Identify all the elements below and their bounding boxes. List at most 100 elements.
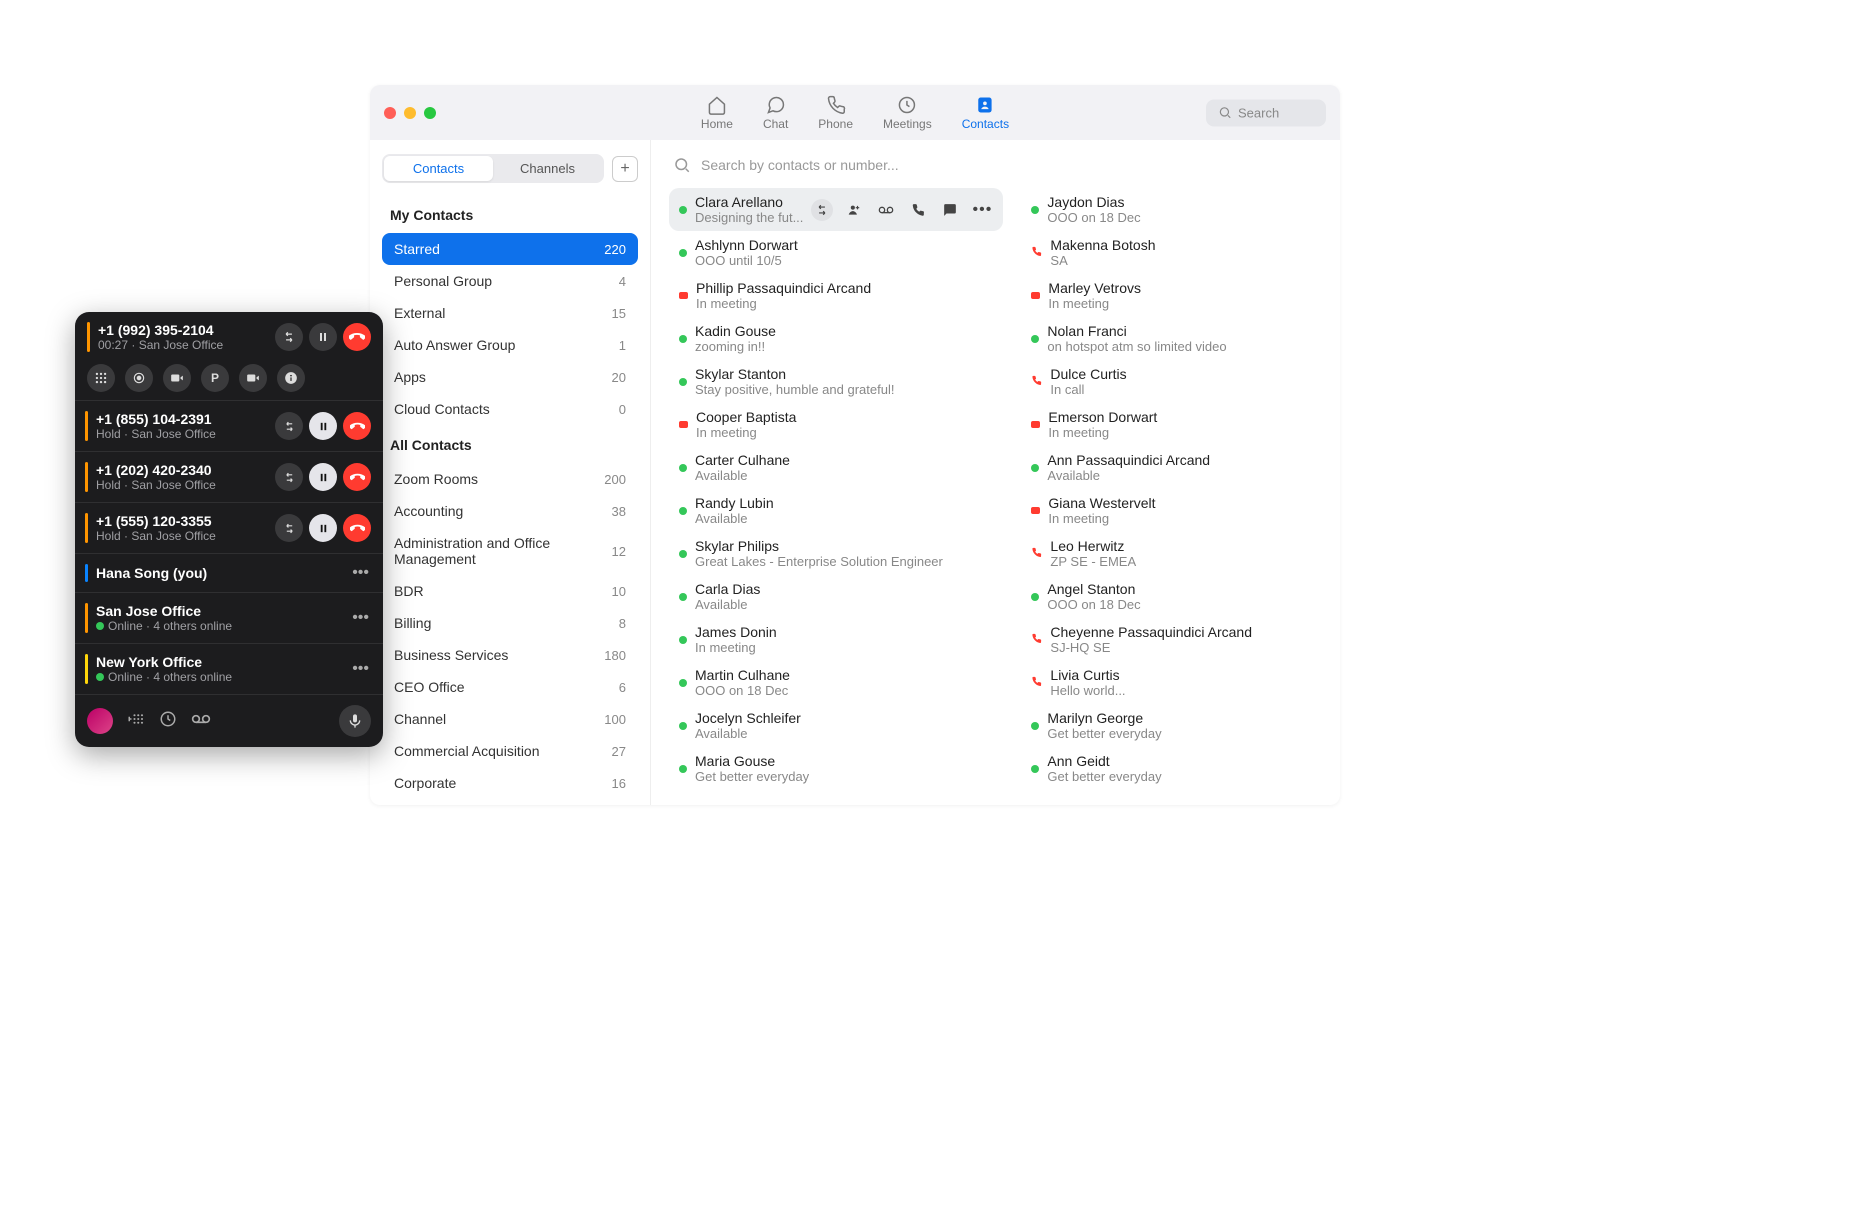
nav-home[interactable]: Home	[701, 95, 733, 131]
resume-button[interactable]	[309, 463, 337, 491]
keypad-button[interactable]	[87, 364, 115, 392]
contact-row[interactable]: Emerson DorwartIn meeting	[1021, 403, 1322, 446]
contact-row[interactable]: Marley VetrovsIn meeting	[1021, 274, 1322, 317]
transfer-button[interactable]	[811, 199, 833, 221]
call-button[interactable]	[907, 199, 929, 221]
held-call-row[interactable]: +1 (555) 120-3355Hold · San Jose Office	[75, 503, 383, 554]
contact-row[interactable]: James DoninIn meeting	[669, 618, 1003, 661]
contact-row[interactable]: Skylar PhilipsGreat Lakes - Enterprise S…	[669, 532, 1003, 575]
meet-button[interactable]	[239, 364, 267, 392]
contact-name: Randy Lubin	[695, 495, 993, 511]
transfer-button[interactable]	[275, 463, 303, 491]
sidebar-group-item[interactable]: CEO Office6	[382, 671, 638, 703]
chat-button[interactable]	[939, 199, 961, 221]
transfer-button[interactable]	[275, 514, 303, 542]
more-button[interactable]: •••	[352, 564, 383, 582]
contact-row[interactable]: Maria GouseGet better everyday	[669, 747, 1003, 790]
more-button[interactable]: •••	[352, 609, 383, 627]
accent-bar	[85, 411, 88, 441]
seg-channels[interactable]: Channels	[493, 156, 602, 181]
contact-row[interactable]: Kadin Gousezooming in!!	[669, 317, 1003, 360]
sidebar-group-item[interactable]: Administration and Office Management12	[382, 527, 638, 575]
self-avatar[interactable]	[87, 708, 113, 734]
contact-row[interactable]: Giana WesterveltIn meeting	[1021, 489, 1322, 532]
add-keypad-button[interactable]	[127, 710, 145, 733]
contact-row[interactable]: Jocelyn SchleiferAvailable	[669, 704, 1003, 747]
pause-button[interactable]	[309, 323, 337, 351]
office-row[interactable]: New York OfficeOnline · 4 others online•…	[75, 644, 383, 695]
office-row[interactable]: San Jose OfficeOnline · 4 others online•…	[75, 593, 383, 644]
nav-meetings[interactable]: Meetings	[883, 95, 932, 131]
contact-row[interactable]: Phillip Passaquindici ArcandIn meeting	[669, 274, 1003, 317]
sidebar-group-item[interactable]: Personal Group4	[382, 265, 638, 297]
record-button[interactable]	[125, 364, 153, 392]
sidebar-group-item[interactable]: Auto Answer Group1	[382, 329, 638, 361]
contact-row[interactable]: Carter CulhaneAvailable	[669, 446, 1003, 489]
hangup-button[interactable]	[343, 412, 371, 440]
nav-chat[interactable]: Chat	[763, 95, 788, 131]
sidebar-group-item[interactable]: Accounting38	[382, 495, 638, 527]
held-call-row[interactable]: +1 (202) 420-2340Hold · San Jose Office	[75, 452, 383, 503]
contact-row[interactable]: Marilyn GeorgeGet better everyday	[1021, 704, 1322, 747]
contact-row[interactable]: Livia CurtisHello world...	[1021, 661, 1322, 704]
more-button[interactable]: •••	[352, 660, 383, 678]
contact-row[interactable]: Ann GeidtGet better everyday	[1021, 747, 1322, 790]
contact-row[interactable]: Dulce CurtisIn call	[1021, 360, 1322, 403]
held-call-row[interactable]: +1 (855) 104-2391Hold · San Jose Office	[75, 401, 383, 452]
contact-row[interactable]: Ashlynn DorwartOOO until 10/5	[669, 231, 1003, 274]
contact-row[interactable]: Makenna BotoshSA	[1021, 231, 1322, 274]
hangup-button[interactable]	[343, 323, 371, 351]
contact-row[interactable]: Ann Passaquindici ArcandAvailable	[1021, 446, 1322, 489]
video-button[interactable]	[163, 364, 191, 392]
contact-row[interactable]: Randy LubinAvailable	[669, 489, 1003, 532]
sidebar-group-item[interactable]: External15	[382, 297, 638, 329]
voicemail-button[interactable]	[875, 199, 897, 221]
hangup-button[interactable]	[343, 463, 371, 491]
group-count: 20	[612, 370, 626, 385]
contact-name: Angel Stanton	[1047, 581, 1312, 597]
add-person-button[interactable]	[843, 199, 865, 221]
info-button[interactable]	[277, 364, 305, 392]
nav-phone[interactable]: Phone	[818, 95, 853, 131]
transfer-button[interactable]	[275, 323, 303, 351]
resume-button[interactable]	[309, 412, 337, 440]
close-window-button[interactable]	[384, 107, 396, 119]
hangup-button[interactable]	[343, 514, 371, 542]
sidebar-group-item[interactable]: Commercial Acquisition27	[382, 735, 638, 767]
sidebar-group-item[interactable]: Corporate16	[382, 767, 638, 799]
contact-row[interactable]: Carla DiasAvailable	[669, 575, 1003, 618]
sidebar-group-item[interactable]: Channel100	[382, 703, 638, 735]
sidebar-group-item[interactable]: Cloud Contacts0	[382, 393, 638, 425]
transfer-button[interactable]	[275, 412, 303, 440]
resume-button[interactable]	[309, 514, 337, 542]
voicemail-button[interactable]	[191, 709, 211, 734]
nav-contacts[interactable]: Contacts	[962, 95, 1009, 131]
sidebar-group-item[interactable]: Zoom Rooms200	[382, 463, 638, 495]
contact-row[interactable]: Cheyenne Passaquindici ArcandSJ-HQ SE	[1021, 618, 1322, 661]
more-button[interactable]: •••	[971, 199, 993, 221]
contact-row[interactable]: Cooper BaptistaIn meeting	[669, 403, 1003, 446]
contact-row[interactable]: Skylar StantonStay positive, humble and …	[669, 360, 1003, 403]
minimize-window-button[interactable]	[404, 107, 416, 119]
contact-row[interactable]: Martin CulhaneOOO on 18 Dec	[669, 661, 1003, 704]
sidebar-group-item[interactable]: Data Science47	[382, 799, 638, 805]
global-search[interactable]: Search	[1206, 99, 1326, 126]
contact-row[interactable]: Clara ArellanoDesigning the fut...•••	[669, 188, 1003, 231]
seg-contacts[interactable]: Contacts	[384, 156, 493, 181]
contact-row[interactable]: Leo HerwitzZP SE - EMEA	[1021, 532, 1322, 575]
sidebar-group-item[interactable]: BDR10	[382, 575, 638, 607]
sidebar-group-item[interactable]: Business Services180	[382, 639, 638, 671]
mute-button[interactable]	[339, 705, 371, 737]
contact-row[interactable]: Nolan Francion hotspot atm so limited vi…	[1021, 317, 1322, 360]
maximize-window-button[interactable]	[424, 107, 436, 119]
park-button[interactable]: P	[201, 364, 229, 392]
sidebar-group-item[interactable]: Apps20	[382, 361, 638, 393]
sidebar-group-item[interactable]: Billing8	[382, 607, 638, 639]
self-row[interactable]: Hana Song (you) •••	[75, 554, 383, 593]
contact-row[interactable]: Angel StantonOOO on 18 Dec	[1021, 575, 1322, 618]
contact-search[interactable]: Search by contacts or number...	[669, 152, 1322, 188]
history-button[interactable]	[159, 710, 177, 733]
contact-row[interactable]: Jaydon DiasOOO on 18 Dec	[1021, 188, 1322, 231]
add-contact-button[interactable]: +	[612, 156, 638, 182]
sidebar-group-item[interactable]: Starred220	[382, 233, 638, 265]
